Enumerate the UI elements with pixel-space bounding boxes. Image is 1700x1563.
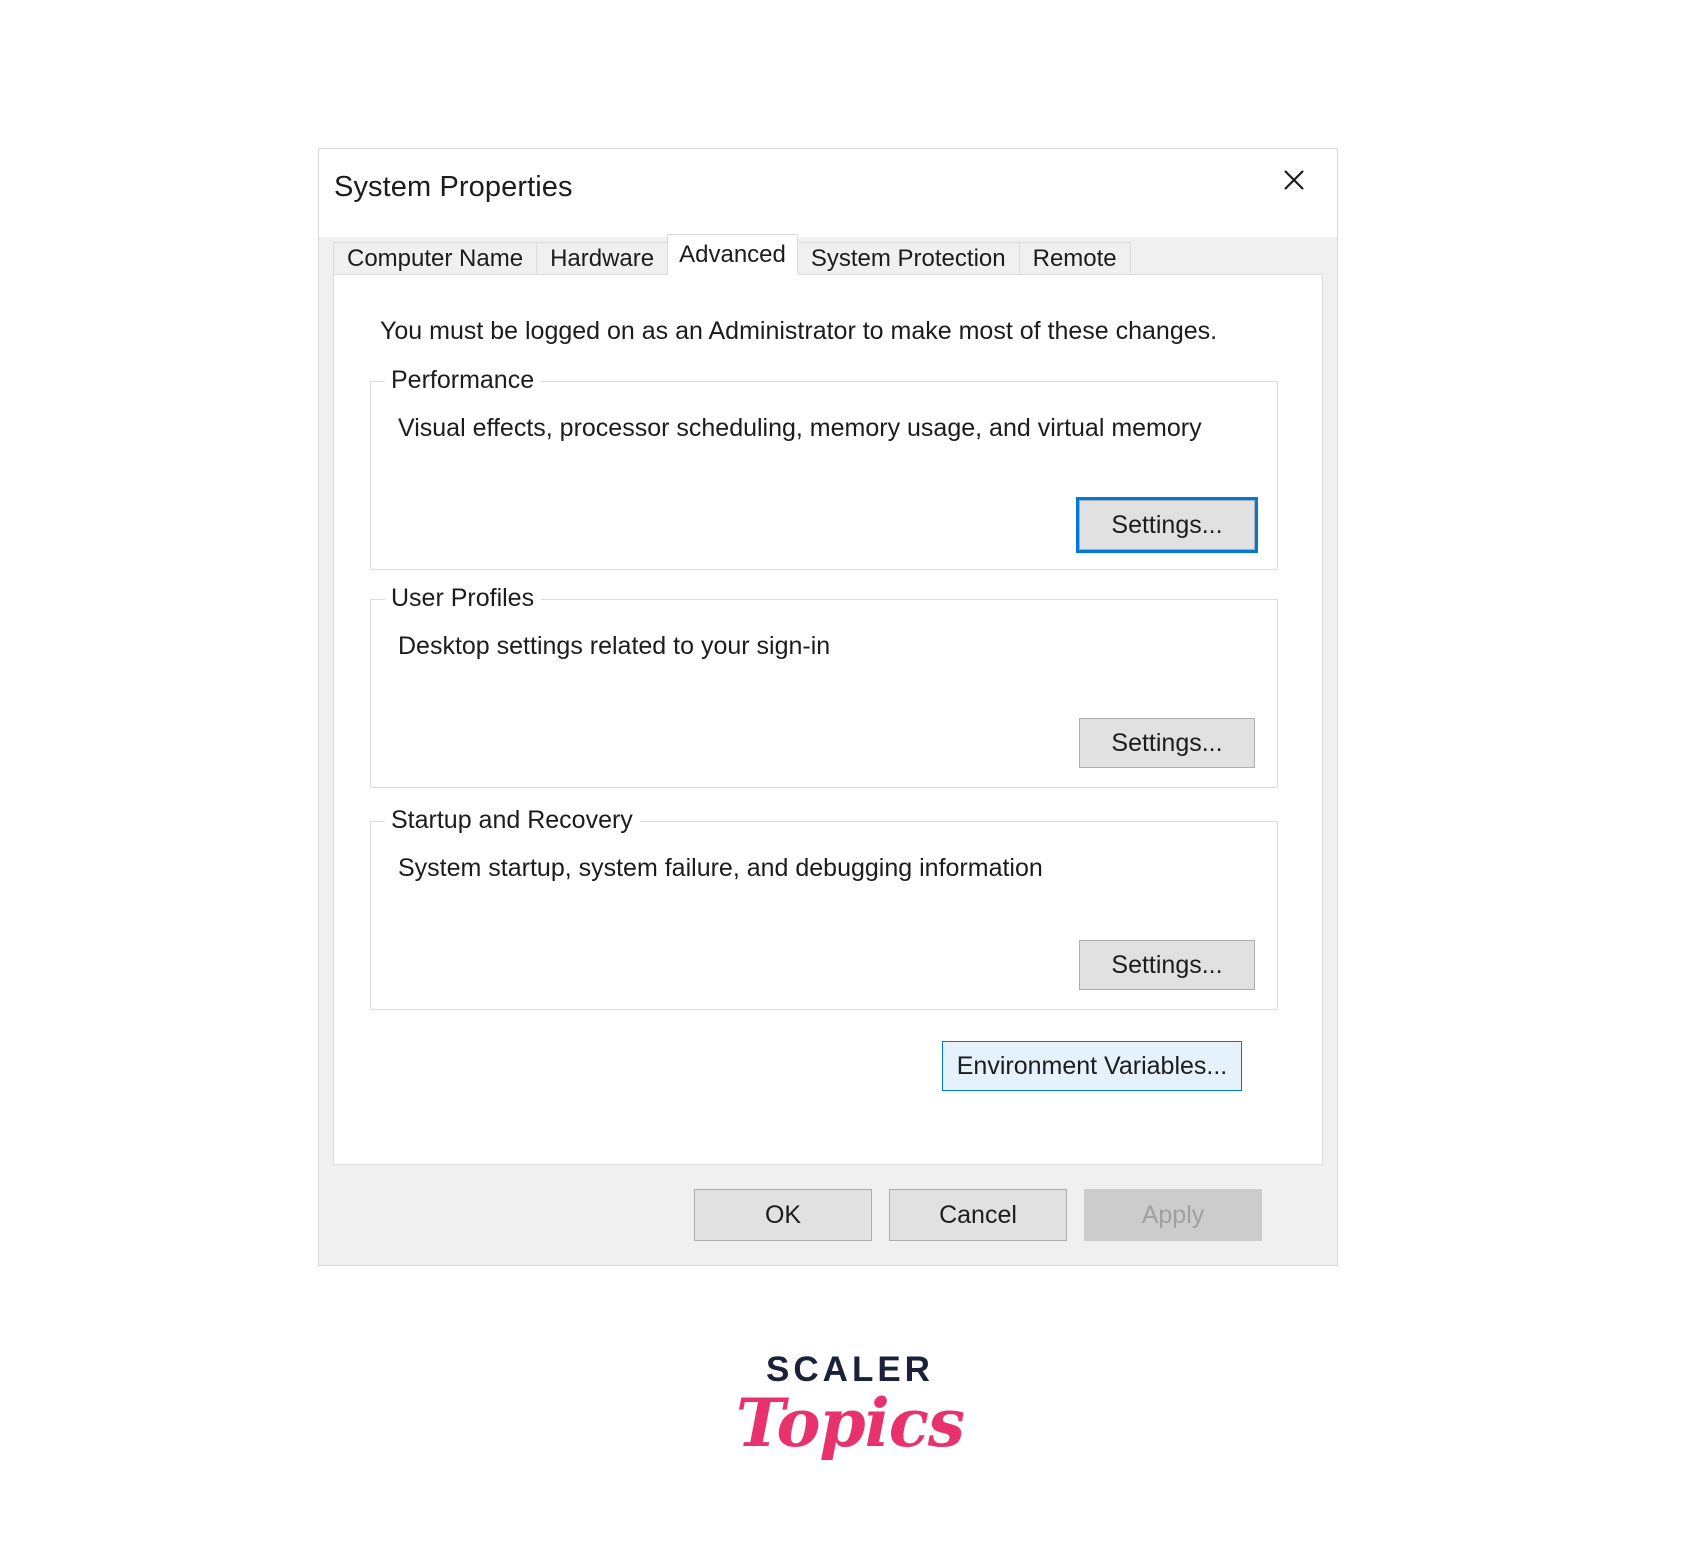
logo-scaler-text: SCALER [766, 1350, 934, 1389]
cancel-button[interactable]: Cancel [889, 1189, 1067, 1241]
user-profiles-settings-button[interactable]: Settings... [1079, 718, 1255, 768]
group-startup-and-recovery-description: System startup, system failure, and debu… [398, 854, 1043, 882]
tab-hardware[interactable]: Hardware [536, 242, 669, 275]
dialog-footer: OK Cancel Apply [319, 1167, 1337, 1265]
close-icon [1284, 170, 1304, 190]
group-performance-description: Visual effects, processor scheduling, me… [398, 414, 1202, 442]
apply-button: Apply [1084, 1189, 1262, 1241]
tab-strip: Computer Name Hardware Advanced System P… [333, 234, 1323, 275]
group-performance-title: Performance [385, 366, 542, 395]
group-user-profiles: User Profiles Desktop settings related t… [370, 584, 1278, 788]
tab-computer-name[interactable]: Computer Name [333, 242, 538, 275]
screenshot-root: System Properties Computer Name Hardware… [0, 0, 1700, 1563]
logo-topics-text: Topics [735, 1384, 965, 1462]
advanced-tab-page: You must be logged on as an Administrato… [333, 274, 1323, 1165]
startup-recovery-settings-button[interactable]: Settings... [1079, 940, 1255, 990]
tab-remote[interactable]: Remote [1018, 242, 1131, 275]
performance-settings-button[interactable]: Settings... [1076, 497, 1258, 553]
scaler-topics-logo: SCALER Topics [0, 1352, 1700, 1458]
tab-advanced[interactable]: Advanced [667, 234, 798, 275]
dialog-title: System Properties [334, 171, 573, 203]
administrator-note: You must be logged on as an Administrato… [380, 317, 1218, 345]
group-startup-and-recovery-title: Startup and Recovery [385, 806, 640, 835]
tab-system-protection[interactable]: System Protection [796, 242, 1020, 275]
close-button[interactable] [1251, 149, 1337, 211]
group-user-profiles-title: User Profiles [385, 584, 542, 613]
dialog-titlebar: System Properties [319, 149, 1337, 237]
group-user-profiles-description: Desktop settings related to your sign-in [398, 632, 831, 660]
ok-button[interactable]: OK [694, 1189, 872, 1241]
group-performance: Performance Visual effects, processor sc… [370, 366, 1278, 570]
environment-variables-button[interactable]: Environment Variables... [942, 1041, 1242, 1091]
group-startup-and-recovery: Startup and Recovery System startup, sys… [370, 806, 1278, 1010]
system-properties-dialog: System Properties Computer Name Hardware… [318, 148, 1338, 1266]
